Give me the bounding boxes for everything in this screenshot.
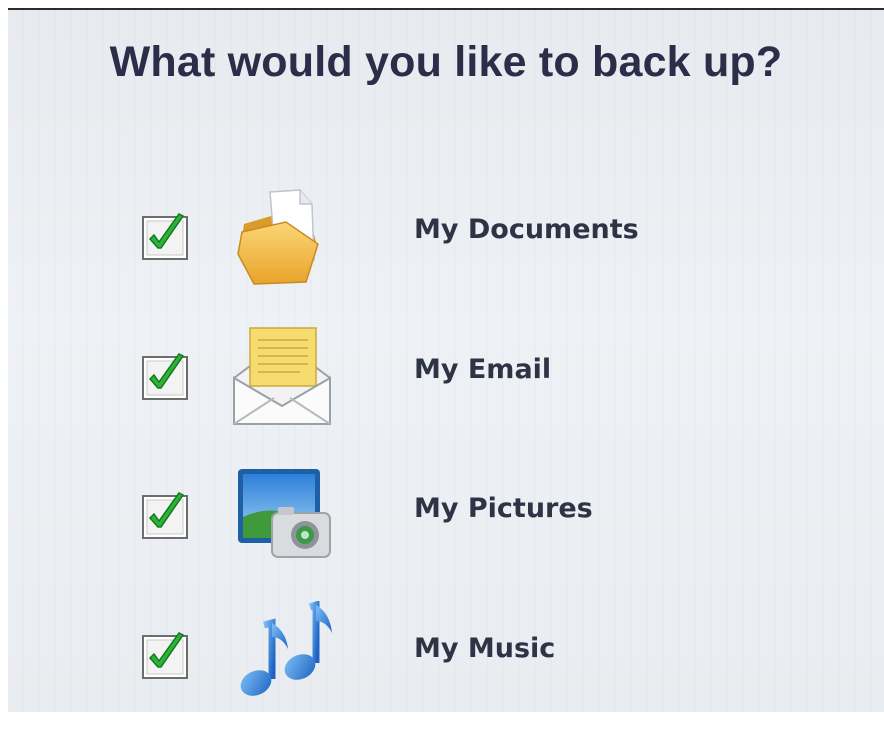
option-label: My Email	[414, 354, 552, 385]
option-label: My Music	[414, 633, 556, 664]
checkbox-my-documents[interactable]	[141, 212, 193, 262]
music-notes-icon	[240, 601, 332, 696]
checkbox-my-music[interactable]	[141, 631, 193, 681]
checkbox-my-pictures[interactable]	[141, 491, 193, 541]
backup-panel: What would you like to back up? My Docum…	[8, 8, 884, 712]
page-title: What would you like to back up?	[109, 38, 783, 86]
checkbox-my-email[interactable]	[141, 352, 193, 402]
option-my-documents[interactable]: My Documents	[8, 189, 884, 322]
option-my-pictures[interactable]: My Pictures	[8, 469, 884, 601]
option-my-music[interactable]: My Music	[8, 601, 884, 741]
camera-photo-icon	[238, 469, 331, 558]
envelope-icon	[233, 327, 331, 425]
option-label: My Documents	[414, 214, 639, 245]
folder-icon	[237, 189, 319, 285]
option-my-email[interactable]: My Email	[8, 327, 884, 462]
option-label: My Pictures	[414, 493, 593, 524]
